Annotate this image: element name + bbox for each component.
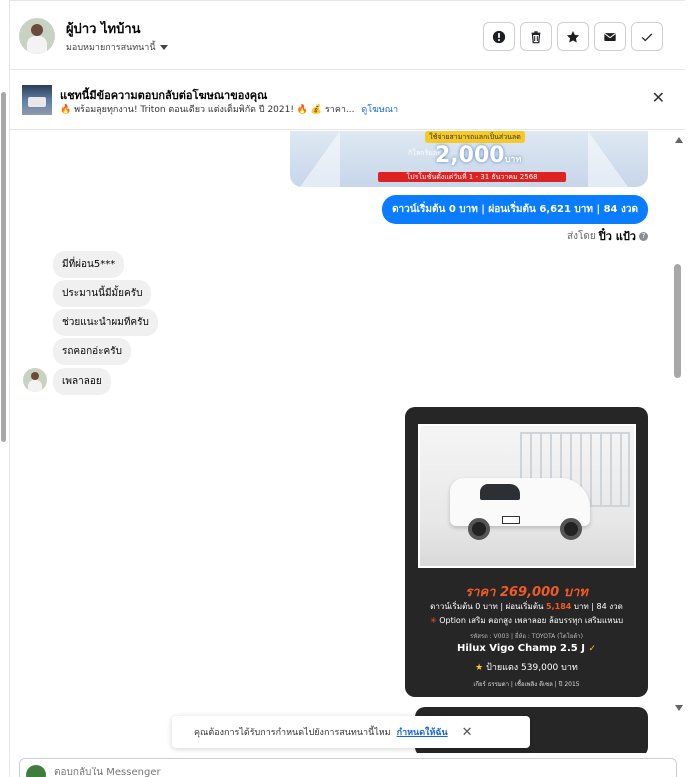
car-option-line: ✳ Option เสริม คอกสูง เพลาลอย ล้อบรรทุก …: [405, 614, 648, 627]
wheel-shape: [468, 518, 490, 540]
contact-name: ผู้บ่าว ไทบ้าน: [66, 22, 141, 37]
question-icon[interactable]: ?: [639, 231, 648, 241]
car-photo: [418, 424, 636, 568]
contact-avatar[interactable]: [19, 18, 55, 54]
promo-amount-value: 2,000: [435, 143, 505, 168]
caret-down-icon: [159, 44, 168, 50]
assign-prompt-text: คุณต้องการได้รับการกำหนดไปยังการสนทนานี้…: [194, 728, 391, 738]
sent-by-name: ปิ๋ว แป้ว: [598, 230, 636, 243]
car-meta: รหัสรถ : V003 | ยี่ห้อ : TOYOTA (โตโยต้า…: [470, 633, 583, 640]
promo-ribbon: ใช้จ่ายสามารถแลกเป็นส่วนลด: [425, 131, 525, 143]
mail-button[interactable]: [594, 22, 626, 51]
avatar-body-shape: [28, 380, 42, 392]
assign-conversation-label: มอบหมายการสนทนานี้: [66, 43, 156, 53]
star-icon: ★: [475, 663, 484, 673]
envelope-icon: [604, 32, 616, 41]
verified-icon: ✓: [588, 644, 596, 654]
incoming-message[interactable]: รถคอกอ่ะครับ: [53, 338, 131, 365]
promo-image-attachment[interactable]: ใช้จ่ายสามารถแลกเป็นส่วนลด กิโลกรัมละ 2,…: [290, 131, 648, 187]
car-monthly-suffix: บาท | 84 งวด: [573, 602, 623, 611]
car-listing-card[interactable]: ราคา 269,000 บาท ดาวน์เริ่มต้น 0 บาท | ผ…: [405, 407, 648, 697]
left-scroll-thumb[interactable]: [1, 92, 6, 442]
assign-prompt-toast: คุณต้องการได้รับการกำหนดไปยังการสนทนานี้…: [172, 716, 530, 748]
avatar-head-shape: [31, 372, 39, 380]
conversation-header: ผู้บ่าว ไทบ้าน มอบหมายการสนทนานี้: [10, 0, 685, 70]
delete-button[interactable]: [520, 22, 552, 51]
car-plate-tag-text: ป้ายแดง 539,000 บาท: [486, 663, 578, 673]
truck-window-shape: [480, 484, 520, 500]
close-icon[interactable]: ✕: [652, 90, 665, 106]
assign-to-me-link[interactable]: กำหนดให้ฉัน: [397, 725, 448, 739]
thread-scrollbar[interactable]: [672, 131, 685, 716]
ad-reply-banner: แชทนี้มีข้อความตอบกลับต่อโฆษณาของคุณ 🔥 พ…: [10, 71, 685, 130]
message-thread: ใช้จ่ายสามารถแลกเป็นส่วนลด กิโลกรัมละ 2,…: [10, 131, 685, 753]
promo-ray-shape: [300, 131, 340, 187]
car-down-text: ดาวน์เริ่มต้น 0 บาท | ผ่อนเริ่มต้น: [430, 602, 544, 611]
header-actions: [483, 22, 663, 51]
avatar-body-shape: [27, 36, 47, 54]
star-button[interactable]: [557, 22, 589, 51]
assign-conversation-dropdown[interactable]: มอบหมายการสนทนานี้: [66, 40, 168, 54]
page-avatar: [26, 765, 46, 777]
incoming-message[interactable]: มีที่ผ่อน5***: [53, 251, 125, 278]
promo-ray-shape: [588, 131, 628, 187]
scroll-up-icon[interactable]: [675, 137, 683, 143]
car-footer: เกียร์ ธรรมดา | เชื้อเพลิง ดีเซล | ปี 20…: [473, 681, 580, 688]
car-option-text: Option เสริม คอกสูง เพลาลอย ล้อบรรทุก เส…: [439, 616, 624, 625]
mark-done-button[interactable]: [631, 22, 663, 51]
license-plate-shape: [502, 516, 520, 524]
close-icon[interactable]: ✕: [462, 725, 473, 740]
incoming-message[interactable]: ประมานนี้มีมั้ยครับ: [53, 280, 152, 307]
sent-by-prefix: ส่งโดย: [567, 230, 596, 242]
outgoing-message[interactable]: ดาวน์เริ่มต้น 0 บาท | ผ่อนเริ่มต้น 6,621…: [382, 195, 648, 224]
sender-avatar[interactable]: [23, 368, 47, 392]
car-price: ราคา 269,000 บาท: [465, 585, 588, 600]
sent-by-label: ส่งโดย ปิ๋ว แป้ว ?: [567, 227, 648, 245]
message-composer: [19, 758, 677, 777]
promo-amount: 2,000บาท: [435, 143, 521, 168]
view-ad-link[interactable]: ดูโฆษณา: [361, 105, 398, 115]
ad-banner-subtitle-text: 🔥 พร้อมลุยทุกงาน! Triton ตอนเดียว แต่งเต…: [60, 105, 355, 115]
promo-amount-unit: บาท: [504, 155, 522, 165]
ad-thumbnail[interactable]: [22, 85, 52, 115]
trash-icon: [531, 30, 541, 43]
reply-input[interactable]: [54, 767, 554, 777]
ad-banner-subtitle: 🔥 พร้อมลุยทุกงาน! Triton ตอนเดียว แต่งเต…: [60, 102, 398, 116]
check-icon: [641, 33, 653, 41]
incoming-message[interactable]: ช่วยแนะนำผมทีครับ: [53, 309, 158, 336]
car-model: Hilux Vigo Champ 2.5 J ✓: [405, 643, 648, 654]
car-payment-line: ดาวน์เริ่มต้น 0 บาท | ผ่อนเริ่มต้น 5,184…: [405, 600, 648, 613]
promo-period: โปรโมชั่นตั้งแต่วันที่ 1 - 31 ธันวาคม 25…: [378, 172, 566, 182]
car-model-text: Hilux Vigo Champ 2.5 J: [457, 643, 585, 654]
star-icon: [566, 30, 580, 43]
report-button[interactable]: [483, 22, 515, 51]
alert-circle-icon: [492, 30, 506, 43]
left-scroll-rail: [0, 0, 10, 777]
scroll-thumb[interactable]: [674, 264, 681, 378]
avatar-head-shape: [31, 24, 43, 36]
wheel-shape: [560, 518, 582, 540]
scroll-down-icon[interactable]: [675, 705, 683, 711]
car-plate-tag: ★ ป้ายแดง 539,000 บาท: [405, 660, 648, 674]
asterisk-icon: ✳: [429, 616, 437, 625]
incoming-message[interactable]: เพลาลอย: [53, 368, 111, 395]
car-monthly-amount: 5,184: [546, 602, 572, 611]
